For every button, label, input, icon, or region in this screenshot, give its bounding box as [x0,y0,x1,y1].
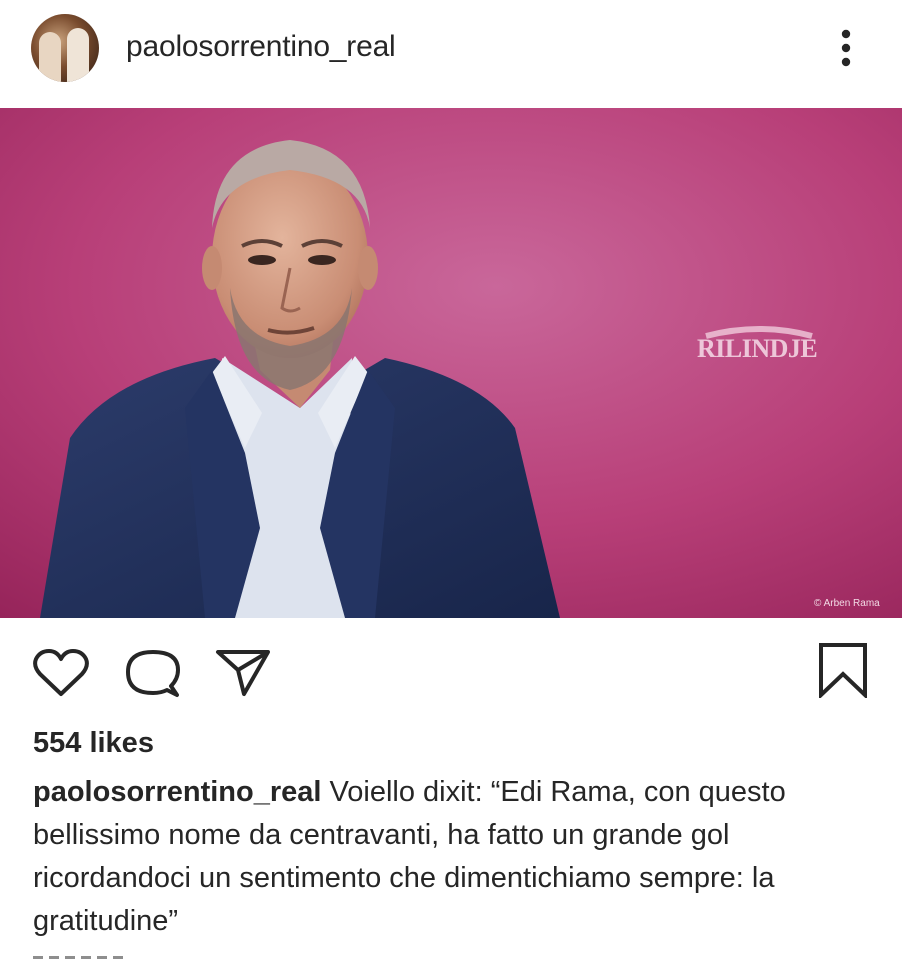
post-caption: paolosorrentino_real Voiello dixit: “Edi… [33,771,873,943]
avatar-figure [67,28,89,82]
post-header: paolosorrentino_real [0,0,902,108]
likes-count[interactable]: 554 likes [33,727,154,760]
more-vertical-icon [841,29,851,67]
caption-username[interactable]: paolosorrentino_real [33,776,321,808]
bookmark-icon [819,643,867,700]
view-comments-link-partial[interactable] [33,950,133,960]
send-icon [216,650,270,696]
save-button[interactable] [818,642,868,700]
photo-credit: © Arben Rama [814,598,880,609]
heart-icon [33,649,89,696]
more-options-button[interactable] [826,26,866,70]
post-username[interactable]: paolosorrentino_real [126,30,396,64]
share-button[interactable] [214,648,272,698]
comment-button[interactable] [124,648,182,698]
avatar-figure [39,32,61,82]
action-bar [0,618,902,728]
watermark-text: RILINDJE [697,334,818,363]
comment-icon [126,650,180,697]
post-image[interactable]: RILINDJE © Arben Rama [0,108,902,618]
avatar[interactable] [31,14,99,82]
like-button[interactable] [32,648,90,698]
